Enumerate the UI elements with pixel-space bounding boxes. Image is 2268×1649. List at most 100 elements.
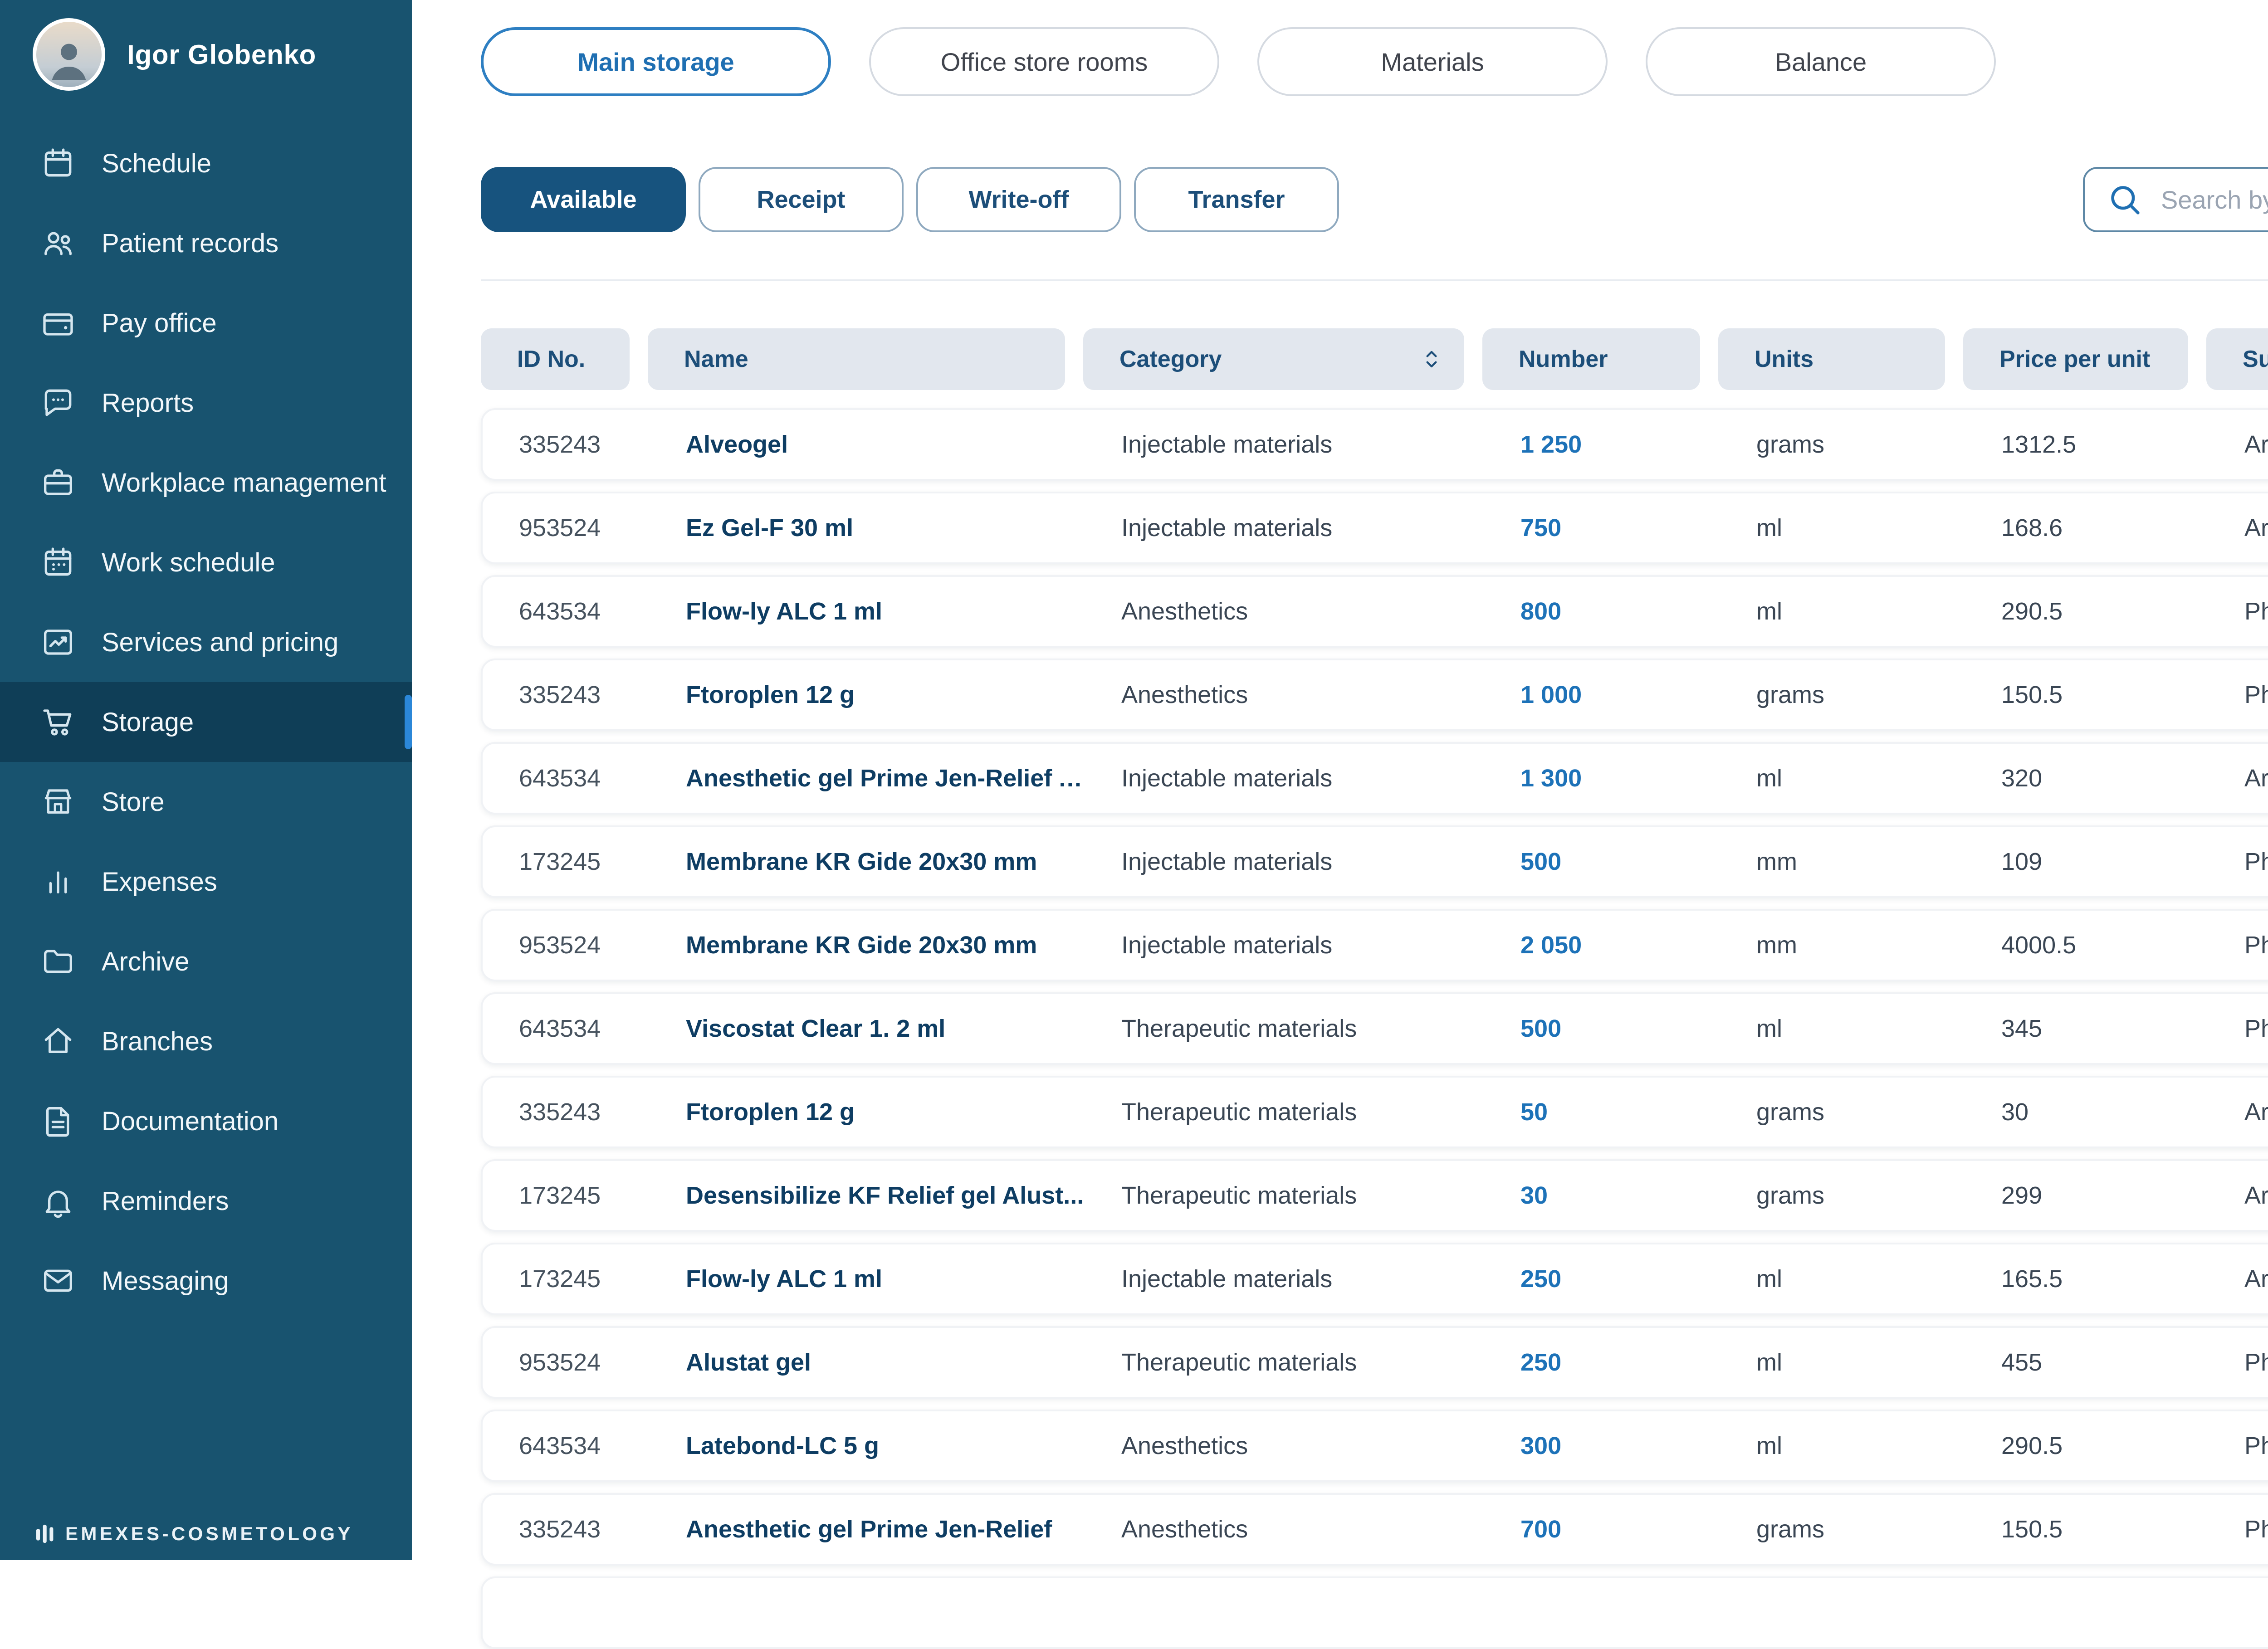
cell-number[interactable]: 50: [1484, 1098, 1720, 1126]
cell-name[interactable]: Desensibilize KF Relief gel Alust...: [650, 1181, 1085, 1210]
cell-name[interactable]: Latebond-LC 5 g: [650, 1432, 1085, 1460]
table-row[interactable]: 335243 Anesthetic gel Prime Jen-Relief Ane…: [481, 1493, 2268, 1566]
cell-name[interactable]: Anesthetic gel Prime Jen-Relief: [650, 1515, 1085, 1543]
cell-name[interactable]: Membrane KR Gide 20x30 mm: [650, 848, 1085, 876]
cell-price: 320: [2001, 765, 2043, 792]
sidebar-item-messaging[interactable]: Messaging: [0, 1241, 412, 1321]
table-row[interactable]: 173245 Desensibilize KF Relief gel Alust.…: [481, 1159, 2268, 1232]
table-row[interactable]: 173245 Flow-ly ALC 1 ml Injectable materia…: [481, 1243, 2268, 1315]
filter-transfer[interactable]: Transfer: [1134, 167, 1339, 232]
storage-icon: [40, 704, 76, 740]
supplier-name: ArtPharmaGroup OJSC: [2244, 1265, 2268, 1293]
table-row[interactable]: 953524 Ez Gel-F 30 ml Injectable materials…: [481, 492, 2268, 564]
table-row[interactable]: 335243 Alveogel Injectable materials 1 250 g…: [481, 408, 2268, 481]
tab-materials[interactable]: Materials: [1257, 27, 1608, 96]
cell-units: mm: [1756, 932, 1797, 959]
column-header-name[interactable]: Name: [648, 328, 1065, 390]
table-body: 335243 Alveogel Injectable materials 1 250 g…: [481, 408, 2268, 1649]
sidebar-item-schedule[interactable]: Schedule: [0, 123, 412, 203]
sidebar-item-reports[interactable]: Reports: [0, 363, 412, 443]
cell-name[interactable]: Membrane KR Gide 20x30 mm: [650, 931, 1085, 959]
cell-number[interactable]: 1 250: [1484, 430, 1720, 459]
sidebar-item-branches[interactable]: Branches: [0, 1001, 412, 1081]
cell-name[interactable]: Alveogel: [650, 430, 1085, 459]
table-row[interactable]: 335243 Ftoroplen 12 g Anesthetics 1 000 gram…: [481, 659, 2268, 731]
sort-icon[interactable]: [1417, 345, 1446, 374]
sidebar-item-services-and-pricing[interactable]: Services and pricing: [0, 602, 412, 682]
column-header-units[interactable]: Units: [1718, 328, 1945, 390]
toolbar-divider: [481, 279, 2268, 281]
sidebar-item-label: Expenses: [102, 867, 217, 897]
tab-balance[interactable]: Balance: [1646, 27, 1996, 96]
cell-category: Injectable materials: [1121, 848, 1333, 875]
column-header-price-per-unit[interactable]: Price per unit: [1963, 328, 2188, 390]
table-row[interactable]: 335243 Ftoroplen 12 g Therapeutic material…: [481, 1076, 2268, 1148]
cell-number[interactable]: 1 000: [1484, 681, 1720, 709]
cell-supplier: PharmaInvestGroup+ 10665372716: [2208, 1015, 2268, 1043]
sidebar-item-expenses[interactable]: Expenses: [0, 842, 412, 922]
cell-number[interactable]: 500: [1484, 1015, 1720, 1043]
sidebar-item-reminders[interactable]: Reminders: [0, 1161, 412, 1241]
table-row[interactable]: 643534 Viscostat Clear 1. 2 ml Therapeutic…: [481, 992, 2268, 1065]
cell-number[interactable]: 800: [1484, 597, 1720, 625]
cell-supplier: PharmaInvestGroup+ 10665372716: [2208, 1348, 2268, 1376]
sidebar-item-documentation[interactable]: Documentation: [0, 1081, 412, 1161]
column-header-supplier-contacts[interactable]: Supplier/Contacts: [2206, 328, 2268, 390]
cell-name[interactable]: Flow-ly ALC 1 ml: [650, 1265, 1085, 1293]
cell-name[interactable]: Ftoroplen 12 g: [650, 1098, 1085, 1126]
cell-id: 953524: [519, 514, 601, 542]
column-label: Number: [1519, 346, 1608, 372]
sidebar-item-storage[interactable]: Storage: [0, 682, 412, 762]
cell-name[interactable]: Ftoroplen 12 g: [650, 681, 1085, 709]
cell-number[interactable]: 300: [1484, 1432, 1720, 1460]
sidebar-item-work-schedule[interactable]: Work schedule: [0, 522, 412, 602]
sidebar-item-patient-records[interactable]: Patient records: [0, 203, 412, 283]
cell-number[interactable]: 750: [1484, 514, 1720, 542]
cell-number[interactable]: 1 300: [1484, 764, 1720, 792]
table-row[interactable]: 643534 Anesthetic gel Prime Jen-Relief AB…: [481, 742, 2268, 815]
cell-units: mm: [1756, 848, 1797, 875]
supplier-name: ArtPharmaGroup OJSC: [2244, 431, 2268, 458]
cell-units: ml: [1756, 765, 1782, 792]
cell-price: 4000.5: [2001, 932, 2077, 959]
tab-main-storage[interactable]: Main storage: [481, 27, 831, 96]
column-header-category[interactable]: Category: [1083, 328, 1464, 390]
patient-records-icon: [40, 225, 76, 261]
column-header-id-no[interactable]: ID No.: [481, 328, 630, 390]
search-input[interactable]: [2083, 167, 2268, 232]
table-row[interactable]: 643534 Latebond-LC 5 g Anesthetics 300 ml 290…: [481, 1410, 2268, 1482]
table-row[interactable]: 643534 Flow-ly ALC 1 ml Anesthetics 800 ml 29…: [481, 575, 2268, 648]
cell-number[interactable]: 250: [1484, 1265, 1720, 1293]
cell-number[interactable]: 2 050: [1484, 931, 1720, 959]
cell-number[interactable]: 500: [1484, 848, 1720, 876]
cell-number[interactable]: 30: [1484, 1181, 1720, 1210]
cell-units: ml: [1756, 514, 1782, 542]
sidebar-item-label: Store: [102, 787, 165, 817]
work-schedule-icon: [40, 544, 76, 581]
sidebar-item-store[interactable]: Store: [0, 762, 412, 842]
cell-name[interactable]: Viscostat Clear 1. 2 ml: [650, 1015, 1085, 1043]
filter-receipt[interactable]: Receipt: [699, 167, 904, 232]
filter-available[interactable]: Available: [481, 167, 686, 232]
tab-office-store-rooms[interactable]: Office store rooms: [869, 27, 1219, 96]
user-profile[interactable]: Igor Globenko: [0, 0, 412, 109]
cell-number[interactable]: 250: [1484, 1348, 1720, 1376]
cell-number[interactable]: 700: [1484, 1515, 1720, 1543]
cell-supplier: ArtPharmaGroup OJSC+ 10994441112: [2208, 514, 2268, 542]
table-row[interactable]: 953524 Membrane KR Gide 20x30 mm Injectabl…: [481, 909, 2268, 981]
cell-name[interactable]: Ez Gel-F 30 ml: [650, 514, 1085, 542]
column-header-number[interactable]: Number: [1482, 328, 1700, 390]
table-row[interactable]: 953524 Alustat gel Therapeutic materials 25…: [481, 1326, 2268, 1399]
sidebar-item-pay-office[interactable]: Pay office: [0, 283, 412, 363]
cell-name[interactable]: Flow-ly ALC 1 ml: [650, 597, 1085, 625]
cell-name[interactable]: Anesthetic gel Prime Jen-Relief AB: [650, 764, 1085, 792]
sidebar-item-workplace-management[interactable]: Workplace management: [0, 443, 412, 522]
app-root: Igor Globenko Schedule Patient records Pay…: [0, 0, 2268, 1649]
cell-name[interactable]: Alustat gel: [650, 1348, 1085, 1376]
table-row-partial[interactable]: [481, 1576, 2268, 1649]
table-row[interactable]: 173245 Membrane KR Gide 20x30 mm Injectabl…: [481, 825, 2268, 898]
messaging-icon: [40, 1263, 76, 1299]
sidebar-item-archive[interactable]: Archive: [0, 922, 412, 1001]
filter-write-off[interactable]: Write-off: [916, 167, 1121, 232]
inventory-table: ID No. Name Category Number Units Price per u…: [481, 328, 2268, 1649]
